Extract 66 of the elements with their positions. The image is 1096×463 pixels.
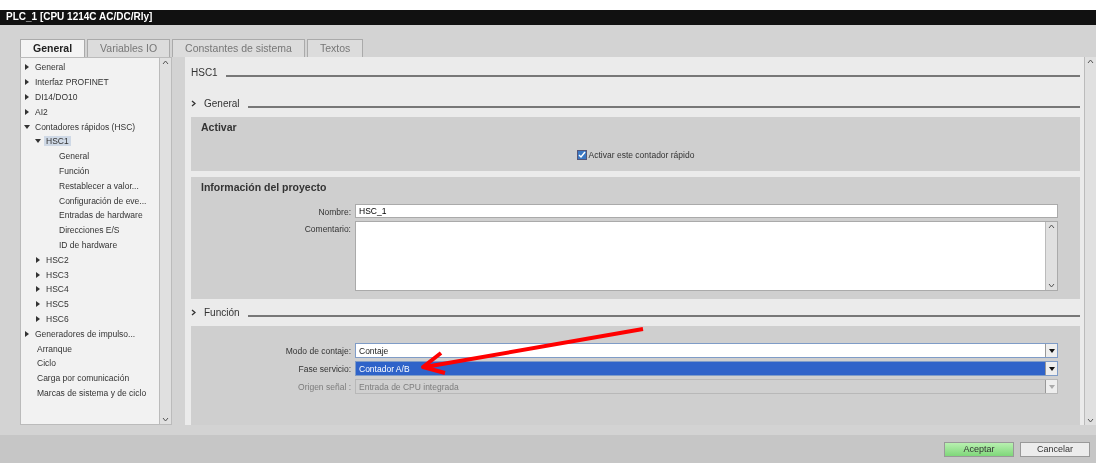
window-title: PLC_1 [CPU 1214C AC/DC/Rly] [0, 10, 1096, 25]
chevron-icon[interactable] [191, 309, 196, 316]
section-heading[interactable]: General [204, 98, 240, 109]
scroll-down-icon[interactable] [162, 417, 169, 422]
tree-item[interactable]: HSC3 [44, 269, 71, 280]
tree-item[interactable]: Arranque [35, 343, 74, 354]
section-heading[interactable]: Función [204, 307, 240, 318]
dropdown[interactable]: Contaje [355, 343, 1058, 358]
scroll-down-icon[interactable] [1087, 418, 1094, 423]
tree-item[interactable]: Función [57, 165, 92, 176]
tree-item[interactable]: HSC4 [44, 284, 71, 295]
tree-item[interactable]: HSC6 [44, 313, 71, 324]
scroll-up-icon[interactable] [1048, 224, 1055, 229]
tree-item[interactable]: HSC1 [44, 136, 71, 147]
scroll-down-icon[interactable] [1048, 283, 1055, 288]
dropdown-caret-icon[interactable] [1048, 366, 1055, 371]
tree-item[interactable]: Contadores rápidos (HSC) [33, 121, 138, 132]
tree-item[interactable]: General [33, 62, 68, 73]
collapsed-caret-icon[interactable] [24, 94, 30, 100]
collapsed-caret-icon[interactable] [35, 271, 41, 278]
collapsed-caret-icon[interactable] [35, 286, 41, 293]
collapsed-caret-icon[interactable] [24, 108, 30, 115]
tree-item[interactable]: ID de hardware [57, 239, 120, 250]
dropdown-caret-icon[interactable] [1048, 348, 1055, 353]
expanded-caret-icon[interactable] [24, 123, 30, 130]
tree-item[interactable]: Carga por comunicación [35, 373, 132, 384]
panel-title: Información del proyecto [201, 181, 328, 195]
comment-field[interactable] [355, 221, 1058, 291]
name-field[interactable]: HSC_1 [355, 204, 1058, 218]
section-title: HSC1 [191, 67, 218, 78]
scrollbar[interactable] [1045, 222, 1057, 290]
tree-item[interactable]: AI2 [33, 106, 50, 117]
tree-item[interactable]: Interfaz PROFINET [33, 77, 111, 88]
accept-button[interactable]: Aceptar [944, 441, 1014, 457]
collapsed-caret-icon[interactable] [35, 256, 41, 263]
field-label: Comentario: [303, 223, 351, 234]
tree-item[interactable]: General [57, 151, 92, 162]
chevron-icon[interactable] [191, 100, 196, 107]
tree-item[interactable]: Ciclo [35, 358, 58, 369]
scrollbar[interactable] [1084, 57, 1096, 425]
collapsed-caret-icon[interactable] [24, 330, 30, 337]
cancel-button[interactable]: Cancelar [1020, 441, 1090, 457]
field-label: Fase servicio: [297, 363, 351, 374]
scroll-up-icon[interactable] [1087, 59, 1094, 64]
tree-item[interactable]: HSC5 [44, 299, 71, 310]
tree-item[interactable]: HSC2 [44, 254, 71, 265]
tree-item[interactable]: Configuración de eve... [57, 195, 149, 206]
tree-item[interactable]: DI14/DO10 [33, 92, 80, 102]
tree-item[interactable]: Entradas de hardware [57, 210, 145, 221]
field-label: Origen señal : [297, 381, 351, 392]
dropdown[interactable]: Contador A/B [355, 361, 1058, 376]
collapsed-caret-icon[interactable] [24, 64, 30, 71]
scrollbar[interactable] [159, 58, 171, 424]
panel-title: Activar [201, 121, 238, 135]
expanded-caret-icon[interactable] [35, 138, 41, 145]
checkbox-label: Activar este contador rápido [588, 150, 695, 160]
tree-item[interactable]: Direcciones E/S [57, 225, 122, 236]
tree-item[interactable]: Generadores de impulso... [33, 328, 138, 339]
tree-item[interactable]: Marcas de sistema y de ciclo [35, 387, 149, 398]
collapsed-caret-icon[interactable] [24, 79, 30, 86]
tab[interactable]: General [20, 39, 86, 57]
scroll-up-icon[interactable] [162, 60, 169, 65]
field-label: Nombre: [317, 206, 351, 217]
field-label: Modo de contaje: [284, 345, 351, 356]
checkbox[interactable] [576, 150, 587, 160]
tree-item[interactable]: Restablecer a valor... [57, 180, 141, 191]
